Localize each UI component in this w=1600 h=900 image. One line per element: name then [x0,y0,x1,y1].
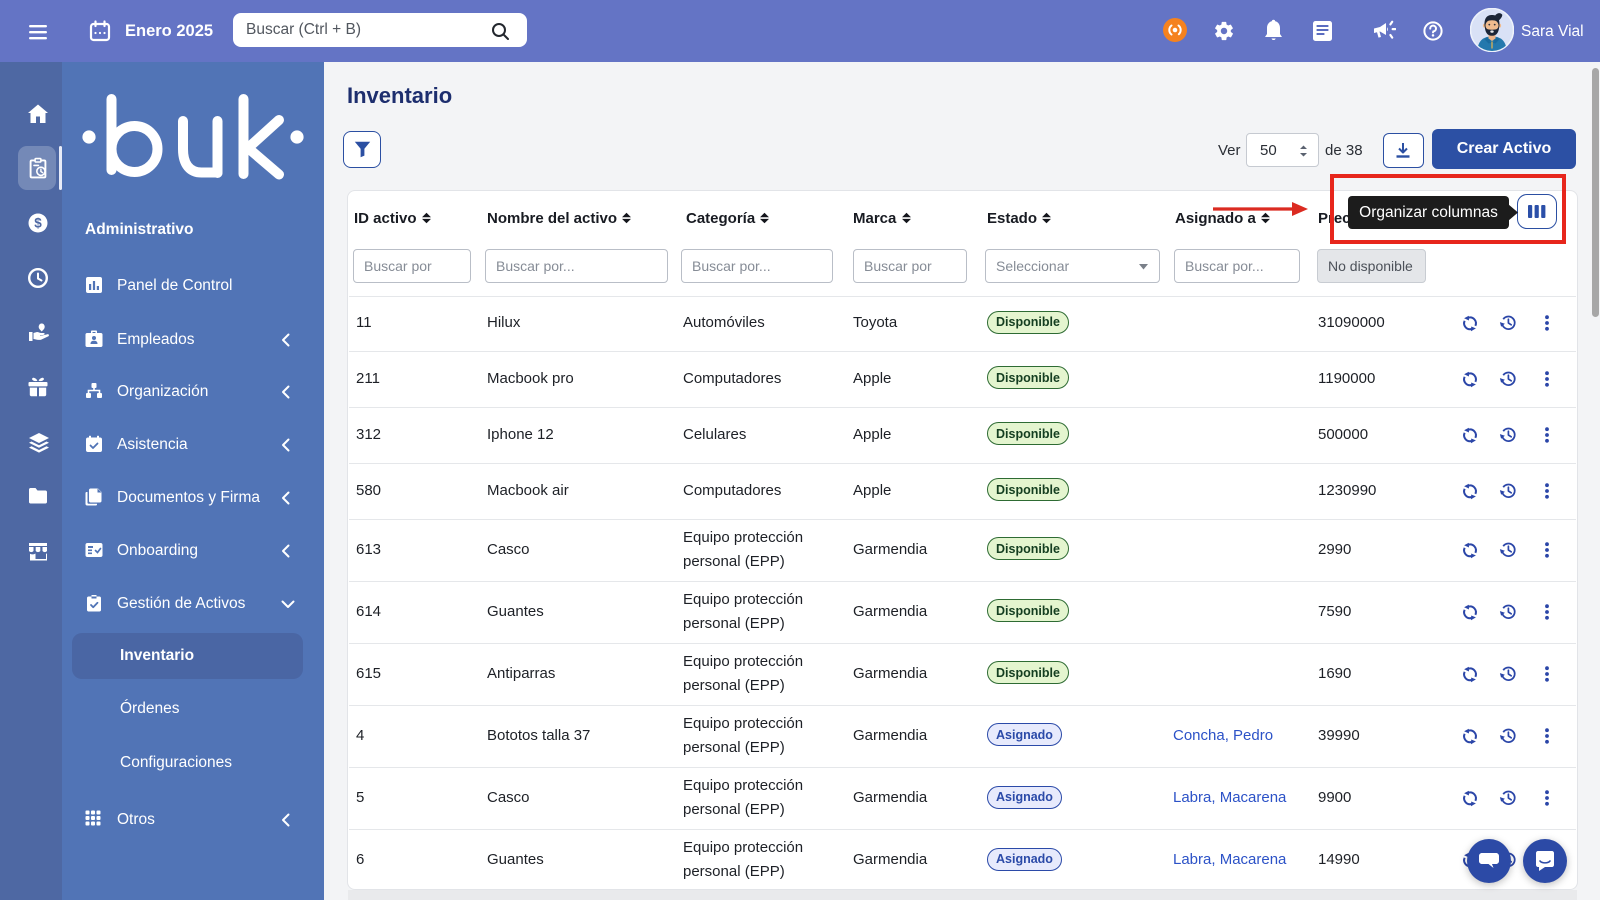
svg-text:$: $ [34,216,42,231]
